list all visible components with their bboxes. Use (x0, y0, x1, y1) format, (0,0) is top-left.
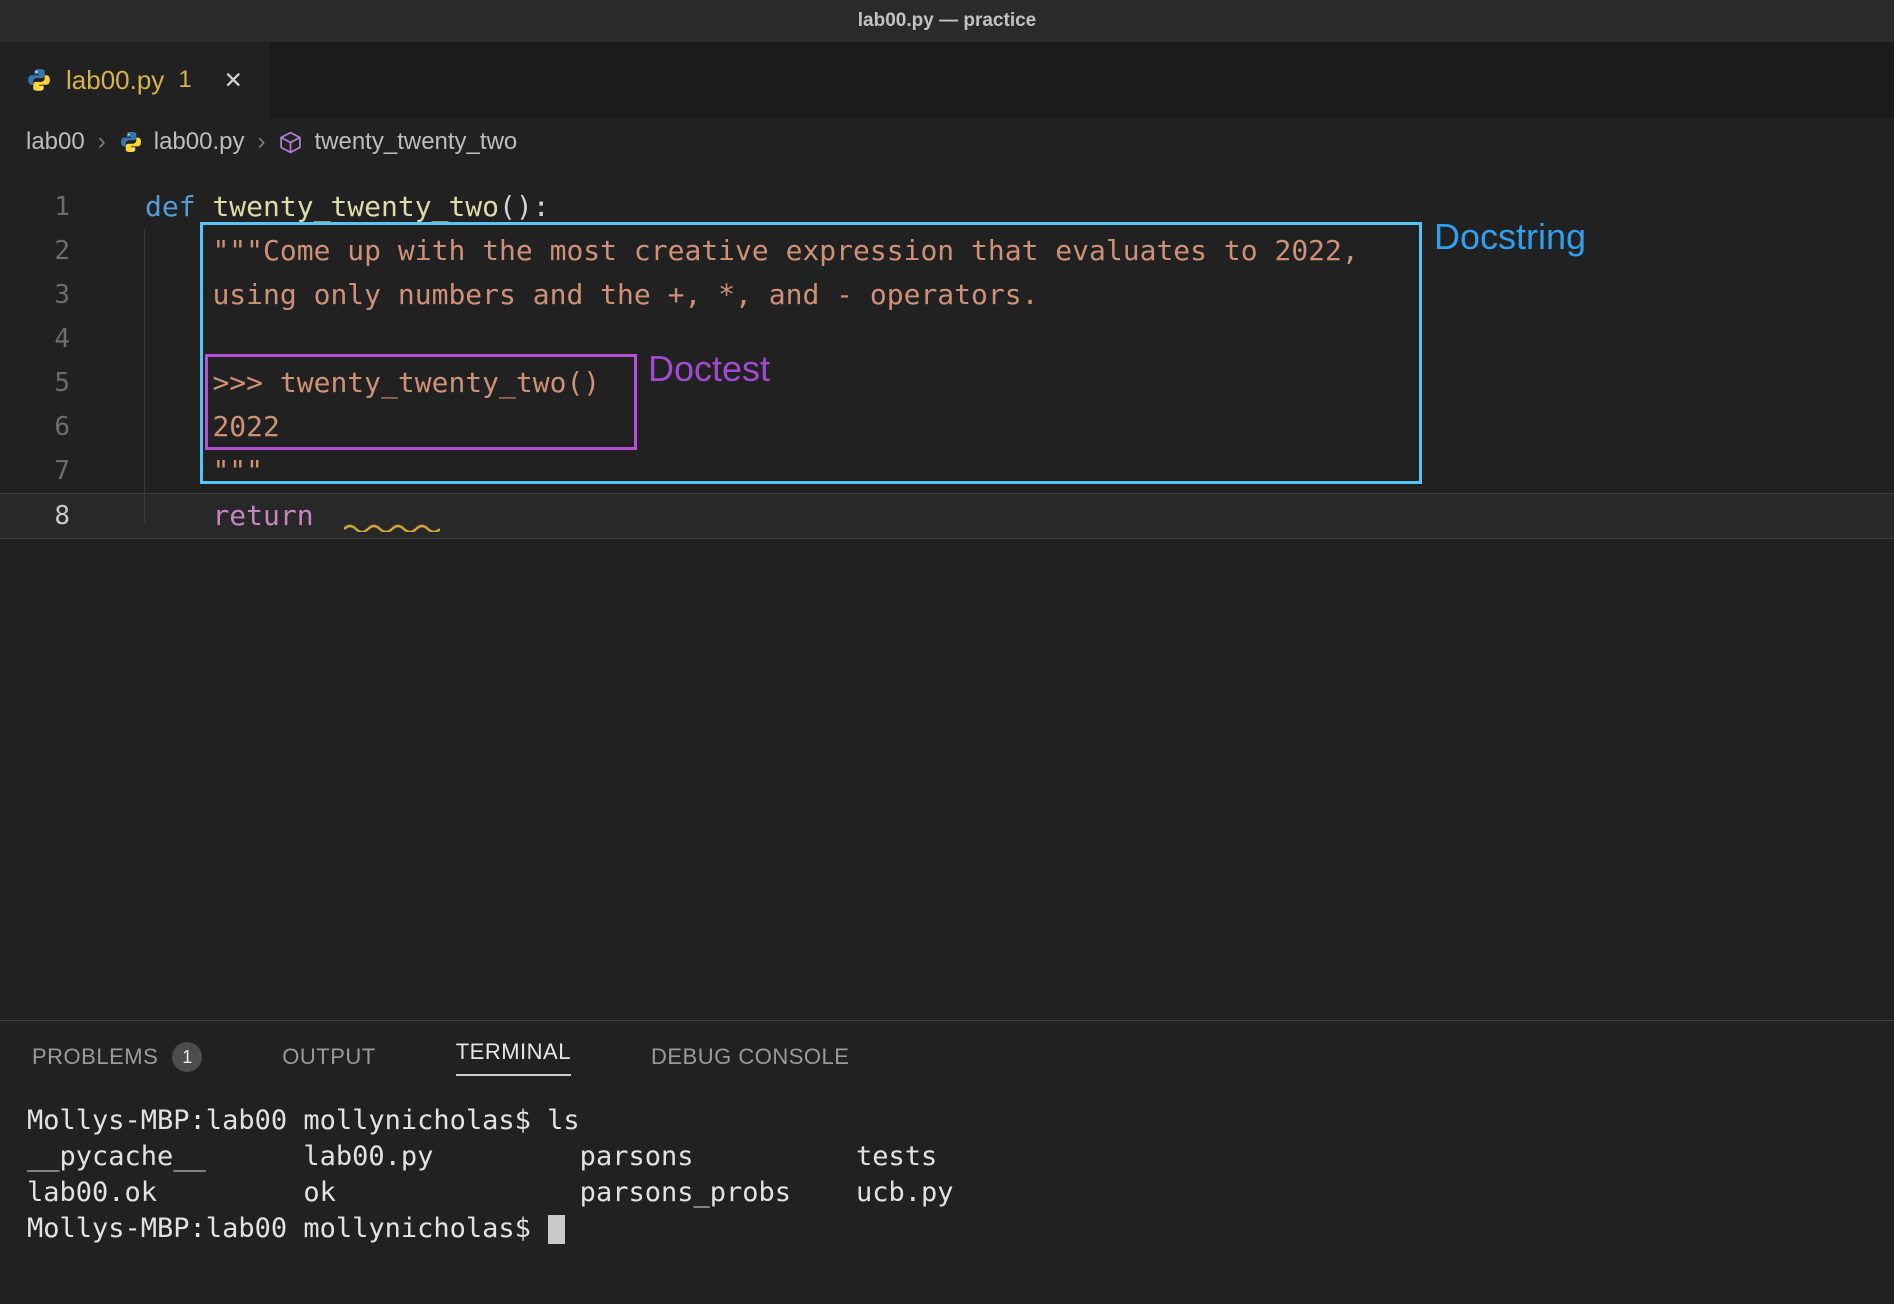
code-text: """Come up with the most creative expres… (145, 229, 1359, 273)
close-icon[interactable]: ✕ (224, 67, 243, 94)
line-number[interactable]: 2 (0, 229, 70, 273)
code-line-6[interactable]: 6 2022 (0, 405, 1894, 449)
window-title: lab00.py — practice (858, 10, 1036, 32)
breadcrumb-file[interactable]: lab00.py (154, 128, 245, 156)
code-token (145, 410, 212, 443)
code-token: using only numbers and the +, *, and - o… (212, 278, 1038, 311)
chevron-right-icon: › (98, 128, 106, 156)
terminal-line: lab00.ok ok parsons_probs ucb.py (27, 1175, 1894, 1211)
code-text: def twenty_twenty_two(): (145, 185, 550, 229)
code-line-3[interactable]: 3 using only numbers and the +, *, and -… (0, 273, 1894, 317)
code-token: def (145, 190, 196, 223)
bottom-panel: PROBLEMS 1 OUTPUT TERMINAL DEBUG CONSOLE… (0, 1020, 1894, 1304)
code-text: using only numbers and the +, *, and - o… (145, 273, 1038, 317)
indent-guide (144, 229, 145, 522)
tab-filename: lab00.py (66, 65, 164, 96)
line-number[interactable]: 3 (0, 273, 70, 317)
line-number[interactable]: 5 (0, 361, 70, 405)
terminal-prompt: Mollys-MBP:lab00 mollynicholas$ (27, 1213, 547, 1244)
chevron-right-icon: › (257, 128, 265, 156)
code-token: twenty_twenty_two (212, 190, 499, 223)
line-number[interactable]: 6 (0, 405, 70, 449)
tab-terminal-label: TERMINAL (456, 1039, 571, 1076)
code-text: return (145, 494, 440, 538)
warning-squiggle (344, 501, 440, 545)
code-token (145, 278, 212, 311)
code-text: 2022 (145, 405, 280, 449)
terminal-cursor (548, 1215, 565, 1244)
tab-output-label: OUTPUT (282, 1044, 375, 1070)
code-line-4[interactable]: 4 (0, 317, 1894, 361)
breadcrumb-folder[interactable]: lab00 (26, 128, 85, 156)
symbol-cube-icon (278, 130, 303, 155)
line-number[interactable]: 7 (0, 449, 70, 493)
tab-output[interactable]: OUTPUT (282, 1021, 375, 1093)
code-line-5[interactable]: 5 >>> twenty_twenty_two() (0, 361, 1894, 405)
code-line-2[interactable]: 2 """Come up with the most creative expr… (0, 229, 1894, 273)
code-token: >>> twenty_twenty_two() (212, 366, 600, 399)
tab-bar: lab00.py 1 ✕ (0, 42, 1894, 118)
line-number[interactable]: 1 (0, 185, 70, 229)
code-line-1[interactable]: 1 def twenty_twenty_two(): (0, 185, 1894, 229)
python-icon (119, 130, 143, 154)
code-token (145, 366, 212, 399)
doctest-annotation-label: Doctest (648, 348, 770, 390)
code-text: """ (145, 449, 263, 493)
vscode-window: lab00.py — practice lab00.py 1 ✕ lab00 › (0, 0, 1894, 1304)
tab-debug-console-label: DEBUG CONSOLE (651, 1044, 849, 1070)
code-token (145, 234, 212, 267)
terminal-prompt-line: Mollys-MBP:lab00 mollynicholas$ (27, 1211, 1894, 1247)
terminal-line: __pycache__ lab00.py parsons tests (27, 1139, 1894, 1175)
tab-lab00py[interactable]: lab00.py 1 ✕ (0, 42, 269, 118)
breadcrumb: lab00 › lab00.py › twenty_twenty_two (0, 118, 1894, 166)
terminal[interactable]: Mollys-MBP:lab00 mollynicholas$ ls __pyc… (0, 1093, 1894, 1247)
code-token: 2022 (212, 410, 279, 443)
code-token: """Come up with the most creative expres… (212, 234, 1358, 267)
code-text: >>> twenty_twenty_two() (145, 361, 600, 405)
code-token (145, 499, 212, 532)
code-editor[interactable]: 1def twenty_twenty_two():2 """Come up wi… (0, 166, 1894, 1020)
line-number[interactable]: 8 (0, 494, 70, 538)
breadcrumb-symbol[interactable]: twenty_twenty_two (314, 128, 517, 156)
tab-problems[interactable]: PROBLEMS 1 (32, 1021, 202, 1093)
tab-problems-label: PROBLEMS (32, 1044, 158, 1070)
tab-problem-count: 1 (178, 66, 191, 94)
docstring-annotation-label: Docstring (1434, 216, 1586, 258)
tab-terminal[interactable]: TERMINAL (456, 1021, 571, 1093)
code-token: """ (212, 454, 263, 487)
code-token (196, 190, 213, 223)
line-number[interactable]: 4 (0, 317, 70, 361)
code-token: (): (499, 190, 550, 223)
code-line-7[interactable]: 7 """ (0, 449, 1894, 493)
code-line-8[interactable]: 8 return (0, 493, 1894, 539)
python-icon (26, 67, 52, 93)
titlebar: lab00.py — practice (0, 0, 1894, 42)
code-token: return (212, 499, 313, 532)
panel-tab-bar: PROBLEMS 1 OUTPUT TERMINAL DEBUG CONSOLE (0, 1021, 1894, 1093)
code-token (145, 454, 212, 487)
terminal-line: Mollys-MBP:lab00 mollynicholas$ ls (27, 1103, 1894, 1139)
tab-debug-console[interactable]: DEBUG CONSOLE (651, 1021, 849, 1093)
problems-count-badge: 1 (172, 1042, 202, 1072)
code-lines: 1def twenty_twenty_two():2 """Come up wi… (0, 185, 1894, 539)
